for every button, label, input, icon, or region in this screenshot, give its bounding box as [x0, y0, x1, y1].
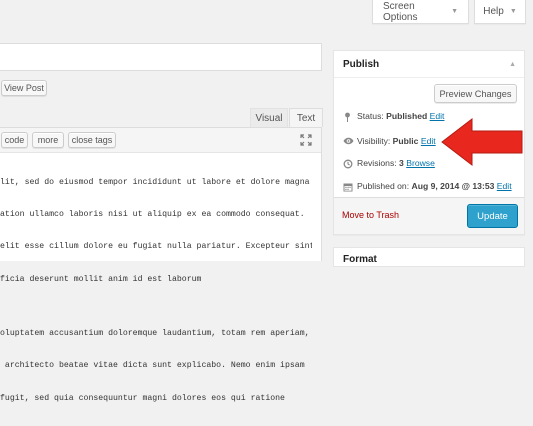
quicktag-more-label: more: [37, 135, 59, 145]
chevron-down-icon: ▼: [509, 8, 517, 15]
editor-line: ation ullamco laboris nisi ut aliquip ex…: [0, 209, 305, 219]
editor-line: elit esse cillum dolore eu fugiat nulla …: [0, 242, 312, 252]
tab-text[interactable]: Text: [289, 108, 323, 127]
tab-visual-label: Visual: [255, 112, 283, 124]
format-box: Format: [333, 247, 525, 267]
revisions-count: 3: [399, 158, 404, 168]
view-post-button[interactable]: View Post: [1, 80, 47, 96]
move-to-trash-link[interactable]: Move to Trash: [342, 210, 399, 220]
published-on-value: Aug 9, 2014 @ 13:53: [411, 181, 495, 191]
preview-changes-button[interactable]: Preview Changes: [434, 84, 517, 103]
published-on-label: Published on:: [357, 181, 410, 191]
view-post-label: View Post: [4, 83, 44, 93]
quicktag-close-tags-button[interactable]: close tags: [68, 132, 116, 148]
visibility-label: Visibility:: [357, 136, 391, 146]
quicktag-code-label: code: [4, 135, 25, 145]
editor-line: oluptatem accusantium doloremque laudant…: [0, 328, 310, 338]
quicktag-close-tags-label: close tags: [71, 135, 113, 145]
history-icon: [343, 159, 353, 168]
editor-line: ficia deserunt mollit anim id est laboru…: [0, 274, 202, 284]
visibility-value: Public: [392, 136, 419, 146]
editor-container: code more close tags lit, sed do eiusmod…: [0, 127, 322, 403]
pin-icon: [343, 112, 352, 122]
published-on-row: Published on: Aug 9, 2014 @ 13:53 Edit: [343, 181, 512, 191]
preview-changes-label: Preview Changes: [439, 88, 512, 99]
collapse-icon[interactable]: ▲: [509, 61, 516, 68]
eye-icon: [343, 137, 354, 146]
calendar-icon: [343, 182, 353, 191]
visibility-edit-link[interactable]: Edit: [421, 136, 436, 146]
screen-options-label: Screen Options: [383, 0, 418, 23]
title-field[interactable]: [0, 43, 322, 71]
update-button[interactable]: Update: [467, 204, 518, 228]
quicktag-code-button[interactable]: code: [1, 132, 28, 148]
help-label: Help: [483, 6, 504, 17]
chevron-down-icon: ▼: [451, 8, 458, 15]
status-value: Published: [386, 111, 428, 121]
editor-line: lit, sed do eiusmod tempor incididunt ut…: [0, 177, 310, 187]
status-label: Status:: [357, 111, 384, 121]
tab-text-label: Text: [296, 112, 316, 124]
update-label: Update: [477, 210, 508, 222]
editor-line: fugit, sed quia consequuntur magni dolor…: [0, 393, 285, 403]
quicktag-more-button[interactable]: more: [32, 132, 64, 148]
browse-revisions-link[interactable]: Browse: [406, 158, 435, 168]
status-row: Status: Published Edit: [343, 111, 444, 122]
revisions-row: Revisions: 3 Browse: [343, 158, 435, 168]
content-textarea[interactable]: lit, sed do eiusmod tempor incididunt ut…: [0, 156, 312, 426]
revisions-label: Revisions:: [357, 158, 397, 168]
help-button[interactable]: Help ▼: [474, 0, 526, 24]
editor-line: architecto beatae vitae dicta sunt expli…: [0, 361, 305, 371]
annotation-arrow-icon: [441, 117, 523, 167]
publish-actions: Move to Trash Update: [334, 197, 524, 234]
tab-visual[interactable]: Visual: [250, 108, 288, 127]
publish-title: Publish: [343, 58, 380, 70]
published-on-edit-link[interactable]: Edit: [497, 181, 512, 191]
visibility-row: Visibility: Public Edit: [343, 136, 436, 146]
screen-options-button[interactable]: Screen Options ▼: [372, 0, 469, 24]
fullscreen-icon[interactable]: [300, 134, 312, 146]
format-title: Format: [343, 254, 377, 265]
publish-box-header[interactable]: Publish ▲: [334, 51, 524, 78]
